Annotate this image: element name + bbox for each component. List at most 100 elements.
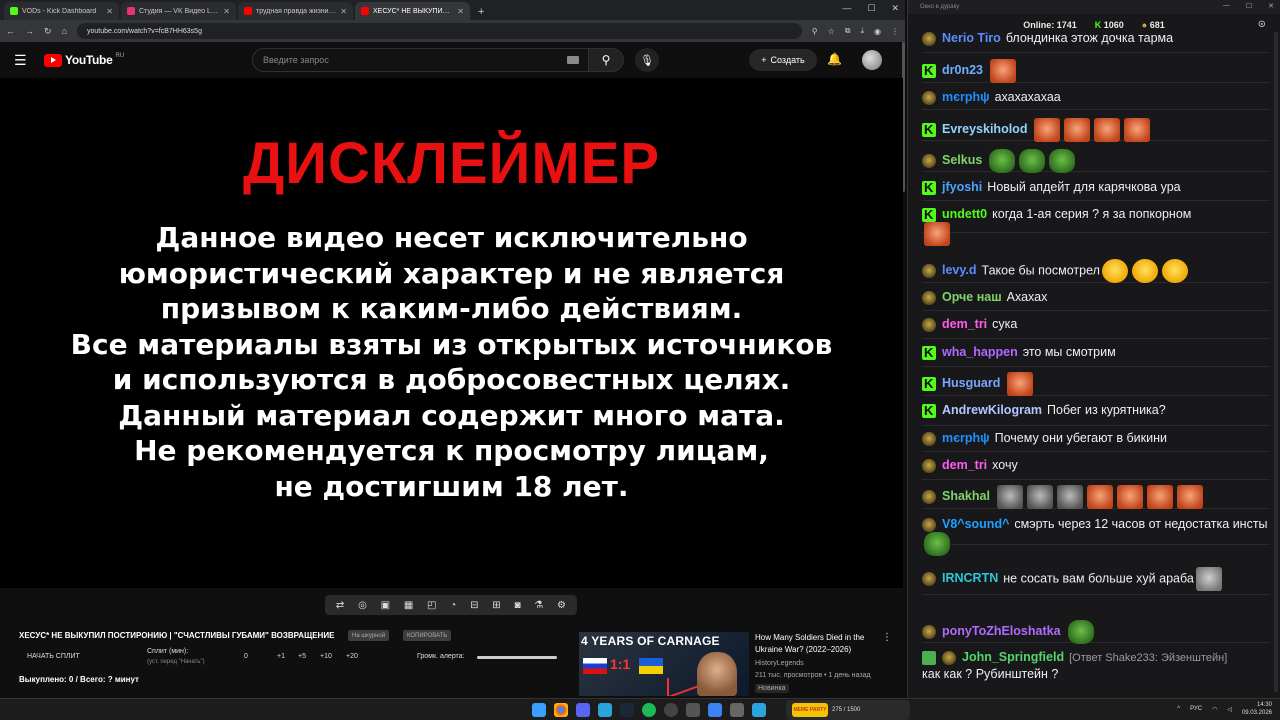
chat-message[interactable]: levy.d Такое бы посмотрел — [922, 259, 1270, 283]
maximize-icon[interactable]: ☐ — [867, 3, 875, 14]
chat-username[interactable]: Evreyskiholod — [942, 122, 1027, 136]
close-tab-icon[interactable]: ✕ — [340, 7, 347, 16]
chat-username[interactable]: wha_happen — [942, 345, 1018, 359]
avatar[interactable] — [862, 50, 882, 70]
add-10-button[interactable]: +10 — [320, 653, 332, 660]
loop-icon[interactable]: ⇄ — [336, 600, 344, 611]
back-icon[interactable]: ← — [6, 26, 15, 36]
chat-message[interactable]: Evreyskiholod — [922, 118, 1270, 142]
tag-pill[interactable]: На шкурной — [348, 630, 390, 641]
chat-message[interactable]: dem_tri хочу — [922, 457, 1270, 473]
close-window-icon[interactable]: ✕ — [891, 3, 899, 14]
camera-icon[interactable]: ◙ — [514, 600, 520, 611]
discord-icon[interactable] — [576, 703, 590, 717]
recommended-channel[interactable]: HistoryLegends — [755, 660, 804, 667]
chat-username[interactable]: undett0 — [942, 207, 987, 221]
chat-username[interactable]: mєrphψ — [942, 431, 990, 445]
language-indicator[interactable]: РУС — [1190, 706, 1202, 712]
home-icon[interactable]: ⌂ — [62, 26, 67, 36]
notifications-bell-icon[interactable]: 🔔 — [827, 52, 842, 66]
copy-button[interactable]: КОПИРОВАТЬ — [403, 630, 452, 641]
chat-username[interactable]: dem_tri — [942, 317, 987, 331]
search-button[interactable]: ⚲ — [588, 48, 624, 72]
chat-scrollbar[interactable] — [1274, 32, 1278, 692]
chat-message[interactable]: V8^sound^ смэрть через 12 часов от недост… — [922, 516, 1270, 556]
chat-message[interactable]: dem_tri сука — [922, 316, 1270, 332]
recommended-thumbnail[interactable]: 4 YEARS OF CARNAGE 1:1 — [579, 632, 749, 696]
obs-icon[interactable] — [664, 703, 678, 717]
chat-message[interactable]: Husguard — [922, 372, 1270, 396]
profile-icon[interactable]: ◉ — [874, 27, 881, 36]
create-button[interactable]: + Создать — [749, 49, 817, 71]
flask-icon[interactable]: ⚗ — [534, 600, 543, 611]
add-1-button[interactable]: +1 — [277, 653, 285, 660]
chat-message[interactable]: jfyoshi Новый апдейт для карячкова ура — [922, 179, 1270, 196]
more-options-icon[interactable]: ⋮ — [882, 632, 892, 643]
add-20-button[interactable]: +20 — [346, 653, 358, 660]
tray-arrow-icon[interactable]: ^ — [1177, 706, 1180, 712]
chat-message[interactable]: dr0n23 — [922, 59, 1270, 83]
chat-message[interactable]: Shakhal — [922, 485, 1270, 509]
close-tab-icon[interactable]: ✕ — [457, 7, 464, 16]
extensions-icon[interactable]: ⧉ — [845, 26, 851, 36]
youtube-logo[interactable]: YouTube RU — [44, 53, 124, 67]
new-tab-button[interactable]: + — [472, 6, 490, 20]
chat-username[interactable]: dr0n23 — [942, 63, 983, 77]
wifi-icon[interactable]: ◠ — [1212, 706, 1217, 713]
chat-message[interactable]: Орче наш Ахахах — [922, 289, 1270, 305]
start-split-button[interactable]: НАЧАТЬ СПЛИТ — [27, 653, 80, 660]
speed-icon[interactable]: ◔ — [450, 600, 456, 611]
close-tab-icon[interactable]: ✕ — [223, 7, 230, 16]
chat-username[interactable]: Nerio Tiro — [942, 32, 1001, 45]
chat-username[interactable]: AndrewKilogram — [942, 403, 1042, 417]
chat-username[interactable]: IRNCRTN — [942, 571, 998, 585]
close-window-icon[interactable]: ✕ — [1268, 2, 1274, 10]
app-icon[interactable] — [686, 703, 700, 717]
chat-message[interactable]: undett0 когда 1-ая серия ? я за попкорном — [922, 206, 1270, 246]
search-input[interactable]: Введите запрос — [252, 48, 590, 72]
chat-message-list[interactable]: Nerio Tiro блондинка этож дочка тарма dr0n… — [922, 32, 1270, 692]
volume-icon[interactable]: ◁ — [1227, 706, 1232, 713]
alert-volume-slider[interactable] — [477, 656, 557, 659]
url-field[interactable]: youtube.com/watch?v=fcB7HH63s5g — [76, 23, 802, 39]
reply-reference[interactable]: [Ответ Shake233: Эйзенштейн] — [1069, 652, 1227, 664]
settings-gear-icon[interactable]: ⊙ — [1258, 19, 1266, 30]
chat-username[interactable]: mєrphψ — [942, 90, 990, 104]
chat-message[interactable]: John_Springfield [Ответ Shake233: Эйзеншт… — [922, 649, 1270, 682]
voice-search-button[interactable]: 🎙 — [635, 48, 659, 72]
chat-message[interactable]: mєrphψ Почему они убегают в бикини — [922, 430, 1270, 446]
tab-youtube-1[interactable]: трудная правда жизни... - You ✕ — [238, 2, 353, 20]
screenshot-icon[interactable]: ▣ — [381, 600, 390, 611]
minimize-icon[interactable]: — — [1223, 2, 1230, 10]
chat-username[interactable]: Husguard — [942, 376, 1000, 390]
tab-vk-studio[interactable]: Студия — VK Видео Live ✕ — [121, 2, 236, 20]
telegram-icon[interactable] — [752, 703, 766, 717]
reload-icon[interactable]: ↻ — [44, 26, 52, 37]
hamburger-menu-icon[interactable]: ☰ — [14, 52, 44, 69]
chat-message[interactable]: Selkus — [922, 149, 1270, 173]
add-5-button[interactable]: +5 — [298, 653, 306, 660]
recommended-title[interactable]: How Many Soldiers Died in the Ukraine Wa… — [755, 632, 880, 656]
close-tab-icon[interactable]: ✕ — [106, 7, 113, 16]
chat-username[interactable]: V8^sound^ — [942, 517, 1009, 531]
tab-kick-dashboard[interactable]: VODs - Kick Dashboard ✕ — [4, 2, 119, 20]
chat-message[interactable]: Nerio Tiro блондинка этож дочка тарма — [922, 32, 1270, 46]
zoom-icon[interactable]: ⚲ — [812, 27, 818, 36]
chat-message[interactable]: wha_happen это мы смотрим — [922, 344, 1270, 361]
chat-username[interactable]: ponyToZhEloshatka — [942, 624, 1061, 638]
chat-username[interactable]: John_Springfield — [962, 650, 1064, 664]
menu-dots-icon[interactable]: ⋮ — [891, 27, 899, 36]
minimize-icon[interactable]: — — [842, 3, 851, 14]
gear-icon[interactable]: ⚙ — [557, 600, 566, 611]
film-icon[interactable]: ▦ — [404, 600, 413, 611]
video-player[interactable]: ДИСКЛЕЙМЕР Данное видео несет исключител… — [0, 78, 903, 588]
chat-username[interactable]: dem_tri — [942, 458, 987, 472]
bookmark-star-icon[interactable]: ☆ — [828, 27, 835, 36]
filter-icon[interactable]: ⊟ — [470, 600, 478, 611]
chat-message[interactable]: AndrewKilogram Побег из курятника? — [922, 402, 1270, 419]
chrome-icon[interactable] — [554, 703, 568, 717]
chat-username[interactable]: jfyoshi — [942, 180, 982, 194]
chat-username[interactable]: Selkus — [942, 153, 982, 167]
chat-username[interactable]: levy.d — [942, 263, 977, 277]
app-icon[interactable] — [730, 703, 744, 717]
